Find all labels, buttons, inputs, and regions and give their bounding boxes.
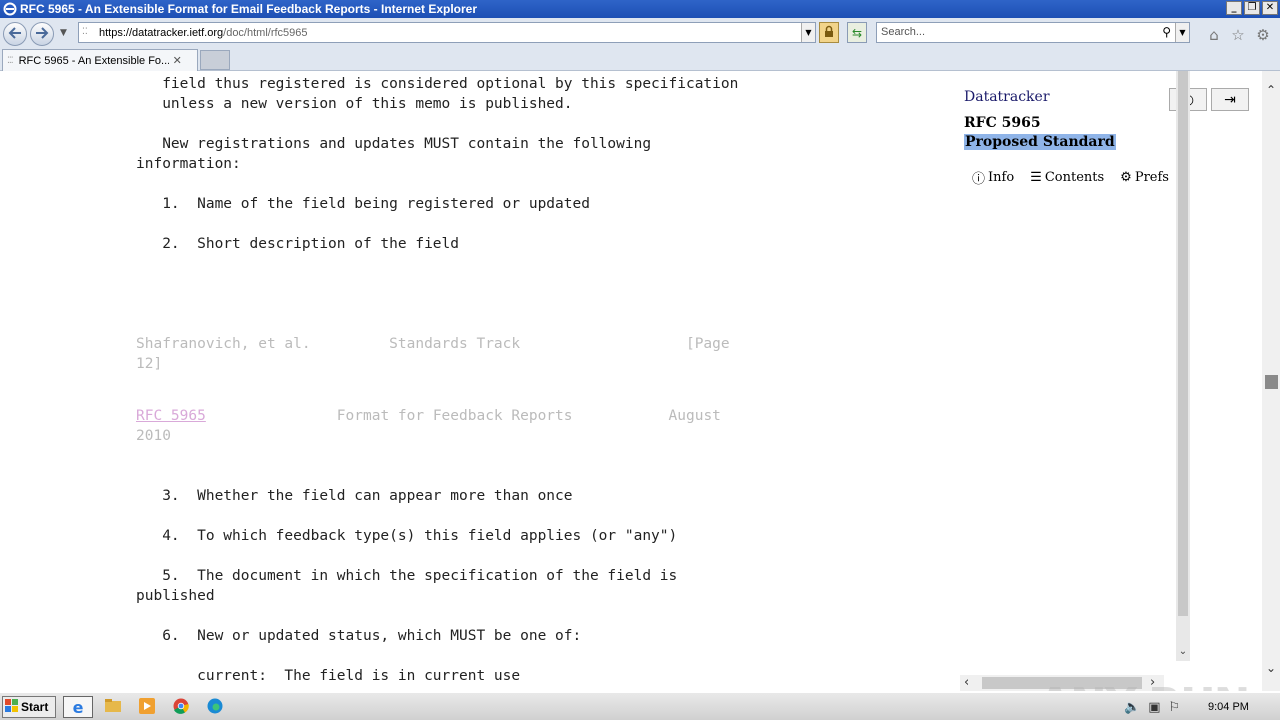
close-window-button[interactable]: ✕ — [1262, 1, 1278, 15]
media-player-icon — [139, 697, 155, 717]
taskbar-edge[interactable] — [200, 696, 230, 718]
minimize-button[interactable]: _ — [1226, 1, 1242, 15]
address-url[interactable]: https://datatracker.ietf.org/doc/html/rf… — [99, 27, 308, 39]
window-title: RFC 5965 - An Extensible Format for Emai… — [20, 2, 478, 16]
tab-close-icon[interactable]: ✕ — [173, 54, 182, 67]
system-tray: 🔈 ▣ ⚐ — [1124, 700, 1180, 715]
windows-logo-icon — [5, 698, 19, 716]
volume-icon[interactable]: 🔈 — [1124, 700, 1140, 715]
collapse-sidebar-button[interactable]: ⇥ — [1211, 88, 1249, 111]
refresh-button[interactable]: ⇆ — [847, 22, 867, 43]
restore-button[interactable]: ❐ — [1244, 1, 1260, 15]
navigation-bar: ▼ ⁚⁚ https://datatracker.ietf.org/doc/ht… — [0, 18, 1280, 48]
search-placeholder: Search... — [881, 26, 926, 38]
anyrun-watermark: ANY RUN — [1038, 679, 1250, 691]
title-bar: RFC 5965 - An Extensible Format for Emai… — [0, 0, 1280, 18]
edge-icon — [207, 698, 223, 717]
gear-icon: ⚙ — [1120, 170, 1132, 185]
rfc-number: RFC 5965 — [964, 115, 1041, 131]
tab-rfc5965[interactable]: ⁚⁚⁚ RFC 5965 - An Extensible Fo... ✕ — [2, 49, 198, 71]
page-icon: ⁚⁚ — [82, 27, 88, 37]
internet-explorer-icon: e — [72, 697, 84, 717]
sidebar-scroll-thumb[interactable] — [1178, 71, 1188, 616]
tab-label: RFC 5965 - An Extensible Fo... — [18, 54, 169, 67]
page-header: RFC 5965 Format for Feedback Reports Aug… — [136, 408, 721, 444]
taskbar: Start e 🔈 ▣ ⚐ 9:04 PM — [0, 692, 1280, 720]
tab-strip: ⁚⁚⁚ RFC 5965 - An Extensible Fo... ✕ — [0, 48, 1280, 71]
search-dropdown-icon[interactable]: ▼ — [1175, 23, 1189, 42]
search-box[interactable]: Search... ⚲ ▼ — [876, 22, 1190, 43]
action-center-flag-icon[interactable]: ⚐ — [1168, 700, 1180, 715]
lock-icon — [824, 25, 834, 41]
sidebar-scrollbar[interactable]: ⌄ — [1176, 71, 1190, 661]
scroll-up-icon[interactable]: ⌃ — [1262, 83, 1280, 97]
security-lock-button[interactable] — [819, 22, 839, 43]
list-icon: ☰ — [1030, 170, 1042, 185]
taskbar-internet-explorer[interactable]: e — [63, 696, 93, 718]
chrome-icon — [173, 698, 189, 717]
sidebar-nav: ⓘ Info ☰ Contents ⚙ Prefs — [972, 168, 1169, 187]
datatracker-link[interactable]: Datatracker — [964, 89, 1050, 105]
address-bar[interactable]: ⁚⁚ https://datatracker.ietf.org/doc/html… — [78, 22, 816, 43]
page-footer: Shafranovich, et al. Standards Track [Pa… — [136, 336, 730, 372]
history-dropdown-icon[interactable]: ▼ — [60, 28, 67, 38]
new-tab-button[interactable] — [200, 50, 230, 70]
prefs-link[interactable]: ⚙ Prefs — [1120, 168, 1169, 187]
settings-gear-icon[interactable]: ⚙ — [1254, 26, 1272, 44]
taskbar-media-player[interactable] — [132, 696, 162, 718]
sidebar-scroll-down-icon[interactable]: ⌄ — [1176, 646, 1190, 657]
rfc-link[interactable]: RFC 5965 — [136, 408, 206, 424]
collapse-arrow-icon: ⇥ — [1224, 91, 1236, 108]
info-icon: ⓘ — [972, 172, 986, 187]
scroll-left-icon[interactable]: ‹ — [964, 675, 969, 690]
network-icon[interactable]: ▣ — [1148, 700, 1160, 715]
rfc-text-bottom: 3. Whether the field can appear more tha… — [136, 488, 678, 684]
rfc-text-top: field thus registered is considered opti… — [136, 76, 739, 252]
document-sidebar: Datatracker RFC 5965 Proposed Standard ◐… — [948, 71, 1249, 683]
home-icon[interactable]: ⌂ — [1205, 26, 1223, 44]
page-scrollbar[interactable]: ⌃ ⌄ — [1262, 71, 1280, 691]
forward-arrow-icon — [35, 26, 49, 42]
scroll-down-icon[interactable]: ⌄ — [1262, 661, 1280, 675]
clock[interactable]: 9:04 PM — [1208, 701, 1249, 713]
favorites-star-icon[interactable]: ☆ — [1229, 26, 1247, 44]
page-scroll-thumb[interactable] — [1265, 375, 1278, 389]
page-content: field thus registered is considered opti… — [0, 71, 1280, 691]
back-button[interactable] — [3, 22, 27, 46]
forward-button[interactable] — [30, 22, 54, 46]
taskbar-chrome[interactable] — [166, 696, 196, 718]
start-button[interactable]: Start — [2, 696, 56, 718]
info-link[interactable]: ⓘ Info — [972, 168, 1014, 187]
folder-icon — [105, 699, 121, 715]
status-badge: Proposed Standard — [964, 134, 1116, 150]
back-arrow-icon — [8, 26, 22, 42]
taskbar-explorer[interactable] — [98, 696, 128, 718]
search-icon[interactable]: ⚲ — [1162, 25, 1171, 39]
contents-link[interactable]: ☰ Contents — [1030, 168, 1104, 187]
tab-favicon-icon: ⁚⁚⁚ — [7, 55, 14, 66]
address-dropdown-icon[interactable]: ▼ — [801, 23, 815, 42]
internet-explorer-icon — [2, 1, 18, 17]
refresh-icon: ⇆ — [851, 25, 863, 40]
